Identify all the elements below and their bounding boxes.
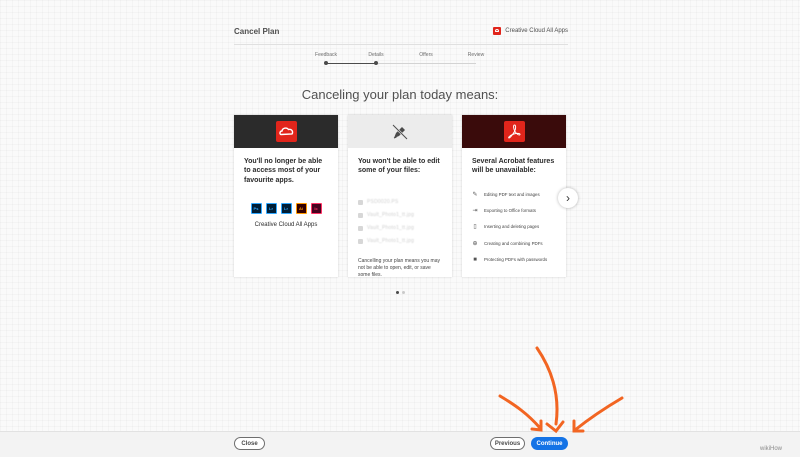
file-item: Vault_Photo1_tt.jpg bbox=[358, 222, 442, 235]
broken-pen-icon bbox=[392, 123, 408, 140]
file-icon bbox=[358, 225, 363, 231]
feature-item: ⊕ Creating and combining PDFs bbox=[472, 235, 556, 251]
creative-cloud-icon bbox=[493, 27, 502, 35]
page-header: Cancel Plan Creative Cloud All Apps bbox=[234, 24, 568, 42]
arrow-center bbox=[535, 346, 559, 426]
step-dot-details bbox=[374, 61, 378, 65]
feature-label: Creating and combining PDFs bbox=[484, 240, 543, 246]
file-name: PSD0020.PS bbox=[367, 199, 399, 206]
card-files-header bbox=[348, 115, 452, 148]
card-files: You won't be able to edit some of your f… bbox=[348, 115, 452, 279]
photoshop-icon: Ps bbox=[250, 203, 262, 215]
footer-bar bbox=[0, 431, 800, 457]
file-item: PSD0020.PS bbox=[358, 196, 442, 209]
arrow-left bbox=[498, 394, 542, 430]
card-apps-title: You'll no longer be able to access most … bbox=[244, 158, 323, 184]
step-offers: Offers bbox=[419, 52, 433, 58]
feature-item: ■ Protecting PDFs with passwords bbox=[472, 251, 556, 267]
feature-label: Inserting and deleting pages bbox=[484, 224, 540, 230]
illustrator-icon: Ai bbox=[295, 203, 307, 215]
product-name: Creative Cloud All Apps bbox=[505, 28, 568, 34]
step-dot-feedback bbox=[324, 61, 328, 65]
creative-cloud-icon bbox=[275, 121, 297, 142]
header-divider bbox=[234, 44, 568, 45]
file-item: Vault_Photo1_tt.jpg bbox=[358, 235, 442, 248]
card-acrobat-header bbox=[462, 115, 566, 148]
feature-label: Protecting PDFs with passwords bbox=[484, 257, 548, 263]
card-acrobat-title: Several Acrobat features will be unavail… bbox=[472, 158, 555, 175]
acrobat-icon bbox=[503, 121, 525, 142]
lock-icon: ■ bbox=[473, 256, 477, 263]
card-files-note: Cancelling your plan means you may not b… bbox=[358, 257, 440, 279]
file-list: PSD0020.PS Vault_Photo1_tt.jpg Vault_Pho… bbox=[358, 196, 442, 248]
file-icon bbox=[358, 199, 363, 205]
arrow-right bbox=[573, 396, 624, 432]
progress-stepper: Feedback Details Offers Review bbox=[315, 52, 486, 68]
feature-item: ▯ Inserting and deleting pages bbox=[472, 219, 556, 235]
feature-item: ✎ Editing PDF text and images bbox=[472, 186, 556, 202]
stepper-track-done bbox=[326, 63, 376, 64]
file-item: Vault_Photo1_tt.jpg bbox=[358, 209, 442, 222]
pager-dot-active[interactable] bbox=[396, 291, 399, 294]
file-name: Vault_Photo1_tt.jpg bbox=[367, 225, 415, 232]
step-details: Details bbox=[368, 52, 384, 58]
stepper-track-remaining bbox=[376, 63, 476, 64]
file-name: Vault_Photo1_tt.jpg bbox=[367, 212, 415, 219]
pencil-icon: ✎ bbox=[472, 191, 478, 198]
feature-item: ⇥ Exporting to Office formats bbox=[472, 202, 556, 218]
feature-list: ✎ Editing PDF text and images ⇥ Exportin… bbox=[472, 186, 556, 268]
page-title: Cancel Plan bbox=[234, 27, 280, 36]
continue-button[interactable]: Continue bbox=[531, 437, 568, 450]
arrow-left-head bbox=[530, 419, 543, 432]
card-acrobat: Several Acrobat features will be unavail… bbox=[462, 115, 566, 277]
previous-button[interactable]: Previous bbox=[490, 437, 525, 450]
step-feedback: Feedback bbox=[315, 52, 337, 58]
product-label: Creative Cloud All Apps bbox=[493, 27, 568, 35]
step-review: Review bbox=[467, 52, 485, 58]
feature-label: Exporting to Office formats bbox=[484, 207, 536, 213]
app-row-label: Creative Cloud All Apps bbox=[254, 222, 318, 229]
carousel-pager bbox=[396, 291, 405, 294]
chevron-right-icon: › bbox=[566, 191, 570, 205]
section-heading: Canceling your plan today means: bbox=[301, 87, 499, 102]
file-icon bbox=[358, 212, 363, 218]
arrow-right-head bbox=[572, 419, 585, 433]
insert-page-icon: ▯ bbox=[473, 224, 477, 231]
lightroom-icon: Lr bbox=[265, 203, 277, 215]
card-apps: You'll no longer be able to access most … bbox=[234, 115, 338, 277]
card-files-title: You won't be able to edit some of your f… bbox=[358, 158, 440, 175]
arrow-center-head bbox=[545, 420, 565, 434]
watermark: wikiHow bbox=[760, 446, 783, 452]
app-icon-row: Ps Lr Lr Ai Ic bbox=[234, 203, 338, 215]
lightroom-classic-icon: Lr bbox=[280, 203, 292, 215]
combine-icon: ⊕ bbox=[472, 240, 478, 247]
export-icon: ⇥ bbox=[472, 207, 478, 214]
close-button[interactable]: Close bbox=[234, 437, 265, 450]
file-icon bbox=[358, 238, 363, 244]
incopy-icon: Ic bbox=[310, 203, 322, 215]
feature-label: Editing PDF text and images bbox=[484, 191, 540, 197]
file-name: Vault_Photo1_tt.jpg bbox=[367, 238, 415, 245]
next-card-button[interactable]: › bbox=[558, 188, 578, 208]
pager-dot[interactable] bbox=[402, 291, 405, 294]
card-apps-header bbox=[234, 115, 338, 148]
